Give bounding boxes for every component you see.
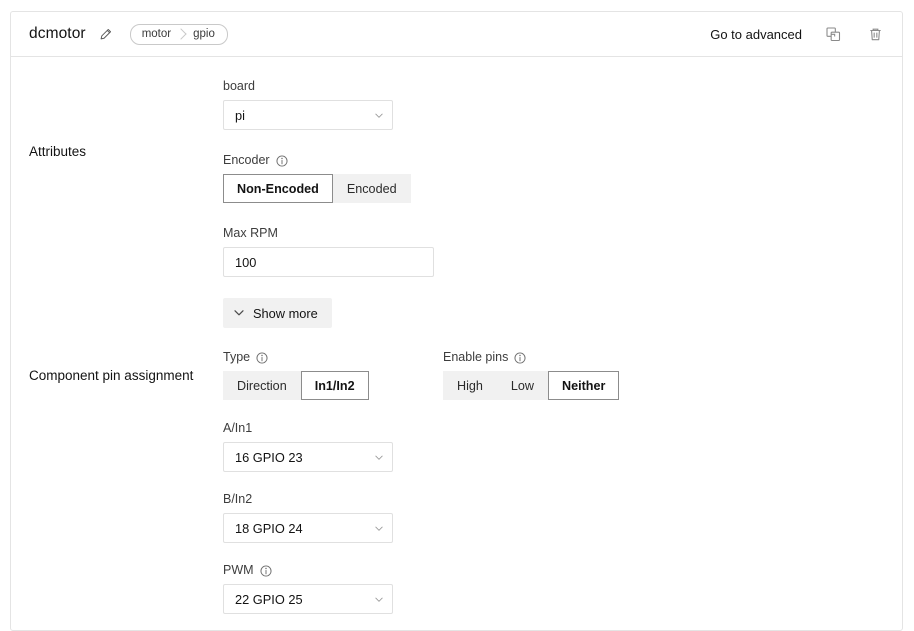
type-option-direction[interactable]: Direction bbox=[223, 371, 301, 400]
b-in2-select[interactable]: 18 GPIO 24 bbox=[223, 513, 393, 543]
pwm-select-value[interactable]: 22 GPIO 25 bbox=[223, 584, 393, 614]
show-more-button[interactable]: Show more bbox=[223, 298, 332, 328]
field-pin-a-in1: A/In1 16 GPIO 23 bbox=[223, 421, 902, 472]
field-label-enable-pins: Enable pins bbox=[443, 350, 619, 365]
field-label-pwm: PWM bbox=[223, 563, 902, 578]
field-type: Type Direction In1/In2 bbox=[223, 350, 443, 400]
info-icon[interactable] bbox=[260, 565, 272, 577]
show-more-wrap: Show more bbox=[223, 298, 902, 328]
field-max-rpm: Max RPM bbox=[223, 226, 902, 277]
type-segmented-control[interactable]: Direction In1/In2 bbox=[223, 371, 369, 400]
encoder-option-non-encoded[interactable]: Non-Encoded bbox=[223, 174, 333, 203]
breadcrumb-item-model[interactable]: motor bbox=[131, 25, 180, 44]
card-header: dcmotor motor gpio Go to advanced bbox=[11, 12, 902, 57]
trash-icon[interactable] bbox=[864, 23, 886, 45]
b-in2-select-value[interactable]: 18 GPIO 24 bbox=[223, 513, 393, 543]
field-label-type: Type bbox=[223, 350, 443, 365]
info-icon[interactable] bbox=[256, 352, 268, 364]
enable-pins-option-low[interactable]: Low bbox=[497, 371, 548, 400]
field-label-a-in1: A/In1 bbox=[223, 421, 902, 436]
field-board: board pi bbox=[223, 79, 902, 130]
enable-pins-option-high[interactable]: High bbox=[443, 371, 497, 400]
encoder-option-encoded[interactable]: Encoded bbox=[333, 174, 411, 203]
pin-assignment-fields: Type Direction In1/In2 bbox=[223, 350, 902, 614]
field-label-b-in2: B/In2 bbox=[223, 492, 902, 507]
section-attributes: Attributes board pi Encoder bbox=[11, 57, 902, 328]
field-enable-pins: Enable pins High Low bbox=[443, 350, 619, 400]
show-more-label: Show more bbox=[253, 306, 318, 321]
attributes-fields: board pi Encoder bbox=[223, 79, 902, 328]
page-title: dcmotor bbox=[29, 25, 86, 43]
field-label-encoder-text: Encoder bbox=[223, 153, 270, 168]
field-label-enable-pins-text: Enable pins bbox=[443, 350, 508, 365]
breadcrumb-separator-icon bbox=[180, 25, 189, 44]
header-actions: Go to advanced bbox=[710, 23, 886, 45]
enable-pins-option-neither[interactable]: Neither bbox=[548, 371, 619, 400]
breadcrumb-item-api[interactable]: gpio bbox=[189, 25, 227, 44]
go-to-advanced-link[interactable]: Go to advanced bbox=[710, 27, 802, 42]
info-icon[interactable] bbox=[276, 155, 288, 167]
field-label-board: board bbox=[223, 79, 902, 94]
pwm-select[interactable]: 22 GPIO 25 bbox=[223, 584, 393, 614]
a-in1-select-value[interactable]: 16 GPIO 23 bbox=[223, 442, 393, 472]
section-label-component-pin-assignment: Component pin assignment bbox=[11, 350, 223, 385]
type-option-in1-in2[interactable]: In1/In2 bbox=[301, 371, 369, 400]
card-body: Attributes board pi Encoder bbox=[11, 57, 902, 614]
field-label-pwm-text: PWM bbox=[223, 563, 254, 578]
pencil-icon[interactable] bbox=[96, 24, 116, 44]
section-label-attributes: Attributes bbox=[11, 79, 223, 161]
a-in1-select[interactable]: 16 GPIO 23 bbox=[223, 442, 393, 472]
board-select[interactable]: pi bbox=[223, 100, 393, 130]
field-pin-b-in2: B/In2 18 GPIO 24 bbox=[223, 492, 902, 543]
duplicate-icon[interactable] bbox=[822, 23, 844, 45]
section-component-pin-assignment: Component pin assignment Type bbox=[11, 328, 902, 614]
field-label-type-text: Type bbox=[223, 350, 250, 365]
field-label-max-rpm: Max RPM bbox=[223, 226, 902, 241]
field-encoder: Encoder Non-Encoded Encoded bbox=[223, 153, 902, 203]
component-config-card: dcmotor motor gpio Go to advanced bbox=[10, 11, 903, 631]
field-label-encoder: Encoder bbox=[223, 153, 902, 168]
board-select-value[interactable]: pi bbox=[223, 100, 393, 130]
chevron-down-icon bbox=[234, 308, 244, 318]
encoder-segmented-control[interactable]: Non-Encoded Encoded bbox=[223, 174, 411, 203]
enable-pins-segmented-control[interactable]: High Low Neither bbox=[443, 371, 619, 400]
info-icon[interactable] bbox=[514, 352, 526, 364]
pin-toggles-row: Type Direction In1/In2 bbox=[223, 350, 902, 400]
breadcrumb[interactable]: motor gpio bbox=[130, 24, 228, 45]
max-rpm-input[interactable] bbox=[223, 247, 434, 277]
field-pin-pwm: PWM 22 GPIO 25 bbox=[223, 563, 902, 614]
